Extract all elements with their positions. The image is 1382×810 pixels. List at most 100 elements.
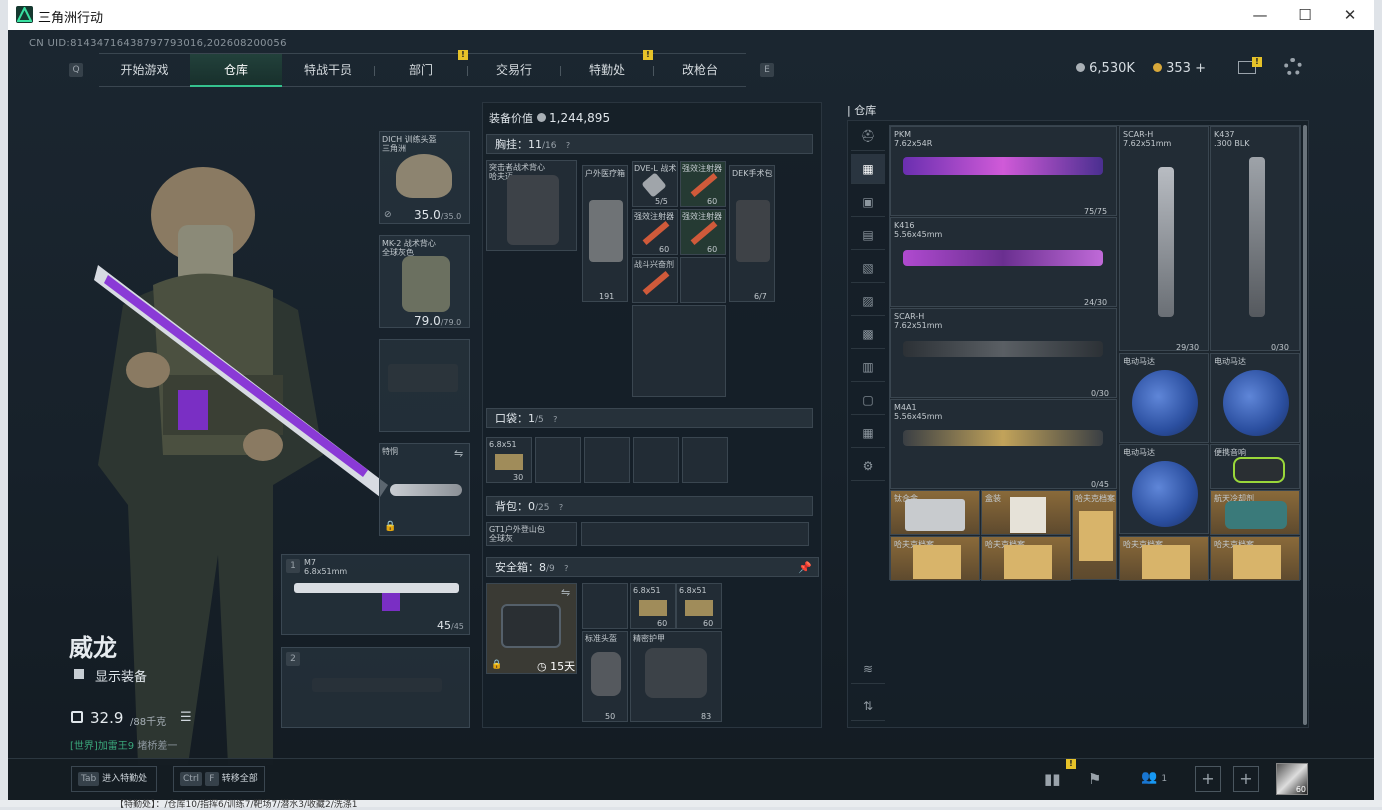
friends-icon[interactable]: 👥 1 <box>1141 770 1167 785</box>
safe-helmet-item[interactable]: 标准头盔 50 <box>582 631 628 722</box>
stash-item-pkm[interactable]: PKM 7.62x54R 75/75 <box>890 126 1117 216</box>
filter-medical-icon[interactable]: ▧ <box>851 253 885 283</box>
stash-item-coolant[interactable]: 航天冷却剂 <box>1210 490 1300 535</box>
show-gear-checkbox[interactable] <box>74 669 84 679</box>
close-button[interactable]: ✕ <box>1329 3 1371 27</box>
primary-ammo: 45/45 <box>437 619 464 632</box>
empty-slot[interactable] <box>632 305 726 397</box>
stash-item-archive[interactable]: 哈夫克档案 <box>981 536 1071 581</box>
list-icon[interactable]: ☰ <box>180 710 192 725</box>
pocket-ammo-item[interactable]: 6.8x51 30 <box>486 437 532 483</box>
stash-settings-icon[interactable]: ⚙ <box>851 451 885 481</box>
uid-text: CN UID:8143471643879779301​6,20260820005… <box>29 38 287 49</box>
tab-trading[interactable]: 交易行 <box>468 54 560 87</box>
medkit-item[interactable]: 户外医疗箱 191 <box>582 165 628 302</box>
pistol-slot[interactable] <box>379 339 470 432</box>
stash-item-archive[interactable]: 哈夫克档案 <box>1210 536 1300 581</box>
safe-ammo-item[interactable]: 6.8x51 60 <box>676 583 722 629</box>
stimulant-item[interactable]: 战斗兴奋剂 <box>632 257 678 303</box>
sort-icon[interactable]: ⇅ <box>851 691 885 721</box>
safe-box-item[interactable]: ⇋ 🔒 ◷ 15天 <box>486 583 577 674</box>
box-image <box>1010 497 1046 533</box>
avatar[interactable]: 60 <box>1276 763 1308 795</box>
chest-rig-item[interactable]: 突击者战术背心 哈夫迈 <box>486 160 577 251</box>
stash-item-boxed[interactable]: 盒装 <box>981 490 1071 535</box>
safe-armor-item[interactable]: 精密护甲 83 <box>630 631 722 722</box>
swap-icon[interactable]: ⇋ <box>561 586 570 599</box>
tab-warehouse[interactable]: 仓库 <box>190 54 282 87</box>
armor-slot[interactable]: MK-2 战术背心 全球灰色 79.0/79.0 <box>379 235 470 328</box>
stash-item-motor[interactable]: 电动马达 <box>1119 444 1209 534</box>
settings-gear-icon[interactable] <box>1284 58 1302 76</box>
injector-item[interactable]: 强效注射器 60 <box>632 209 678 255</box>
add-teammate-button[interactable]: + <box>1233 766 1259 792</box>
secondary-weapon-slot[interactable]: 2 <box>281 647 470 728</box>
stash-grid: PKM 7.62x54R 75/75 SCAR-H 7.62x51mm 29/3… <box>889 125 1301 581</box>
stash-item-k416[interactable]: K416 5.56x45mm 24/30 <box>890 217 1117 307</box>
gold-coin-icon <box>1153 63 1162 72</box>
add-teammate-button[interactable]: + <box>1195 766 1221 792</box>
tab-gunsmith[interactable]: 改枪台 <box>654 54 746 87</box>
stash-scrollbar[interactable] <box>1303 125 1307 725</box>
add-currency-button[interactable]: + <box>1195 61 1206 76</box>
safe-box-image <box>501 604 561 648</box>
stash-item-titanium[interactable]: 钛合金 <box>890 490 980 535</box>
tab-department[interactable]: 部门 <box>375 54 467 87</box>
stash-item-scar-h[interactable]: SCAR-H 7.62x51mm 29/30 <box>1119 126 1209 352</box>
window-titlebar: 三角洲行动 — ☐ ✕ <box>8 0 1374 30</box>
stash-item-motor[interactable]: 电动马达 <box>1210 353 1300 443</box>
filter-misc-icon[interactable]: ▢ <box>851 385 885 415</box>
enter-special-ops-button[interactable]: Tab 进入特勤处 <box>71 766 157 792</box>
empty-slot[interactable] <box>682 437 728 483</box>
backpack-item[interactable]: GT1户外登山包 全球灰 <box>486 522 577 546</box>
stash-item-m4a1[interactable]: M4A1 5.56x45mm 0/45 <box>890 399 1117 489</box>
tab-start-game[interactable]: 开始游戏 <box>99 54 190 87</box>
empty-slot[interactable] <box>633 437 679 483</box>
filter-container-icon[interactable]: ▥ <box>851 352 885 382</box>
world-chat-line[interactable]: [世界]加雷王9 堵桥差一 <box>70 737 177 752</box>
injector-item[interactable]: 强效注射器 60 <box>680 161 726 207</box>
stash-item-speaker[interactable]: 便携音响 <box>1210 444 1300 489</box>
empty-slot[interactable] <box>680 257 726 303</box>
gold-amount: 353 <box>1166 61 1191 76</box>
minimize-button[interactable]: — <box>1239 3 1281 27</box>
dve-item[interactable]: DVE-L 战术 5/5 <box>632 161 678 207</box>
backpack-header: 背包：0/25? <box>486 496 813 516</box>
empty-slot[interactable] <box>584 437 630 483</box>
transfer-all-button[interactable]: Ctrl F 转移全部 <box>173 766 265 792</box>
stash-item-k437[interactable]: K437 .300 BLK 0/30 <box>1210 126 1300 352</box>
stash-item-motor[interactable]: 电动马达 <box>1119 353 1209 443</box>
filter-equipment-icon[interactable]: ▣ <box>851 187 885 217</box>
backpack-grid[interactable] <box>581 522 809 546</box>
empty-slot[interactable] <box>535 437 581 483</box>
safe-box-header: 安全箱：8/9? 📌 <box>486 557 819 577</box>
filter-keys-icon[interactable]: ▨ <box>851 286 885 316</box>
maximize-button[interactable]: ☐ <box>1284 3 1326 27</box>
filter-valuables-icon[interactable]: ▩ <box>851 319 885 349</box>
archive-image <box>1233 545 1281 579</box>
stash-item-archive[interactable]: 哈夫克档案 <box>890 536 980 581</box>
helmet-slot[interactable]: DICH 训练头盔 三角洲 ⊘ 35.0/35.0 <box>379 131 470 224</box>
surgery-kit-item[interactable]: DEK手术包 6/7 <box>729 165 775 302</box>
melee-slot[interactable]: 特恫 ⇋ 🔒 <box>379 443 470 536</box>
filter-helmet-icon[interactable]: ⛑ <box>851 121 885 151</box>
swap-icon[interactable]: ⇋ <box>454 447 463 460</box>
layers-icon[interactable]: ≋ <box>851 654 885 684</box>
stats-chart-icon[interactable]: ▮▮ <box>1044 770 1061 788</box>
primary-weapon-slot[interactable]: 1 M7 6.8x51mm 45/45 <box>281 554 470 635</box>
no-repair-icon: ⊘ <box>384 210 392 220</box>
injector-item[interactable]: 强效注射器 60 <box>680 209 726 255</box>
tab-special-ops[interactable]: 特勤处 <box>561 54 653 87</box>
stash-item-archive[interactable]: 哈夫克档案 <box>1119 536 1209 581</box>
filter-weapon-icon[interactable]: ▦ <box>851 154 885 184</box>
filter-tools-icon[interactable]: ▦ <box>851 418 885 448</box>
empty-slot[interactable] <box>582 583 628 629</box>
safe-ammo-item[interactable]: 6.8x51 60 <box>630 583 676 629</box>
tab-operators[interactable]: 特战干员 <box>282 54 374 87</box>
stash-item-archive[interactable]: 哈夫克档案 <box>1072 490 1117 580</box>
flag-icon[interactable]: ⚑ <box>1088 770 1101 788</box>
pin-icon[interactable]: 📌 <box>798 558 812 577</box>
archive-image <box>1142 545 1190 579</box>
stash-item-scar-h[interactable]: SCAR-H 7.62x51mm 0/30 <box>890 308 1117 398</box>
filter-ammo-icon[interactable]: ▤ <box>851 220 885 250</box>
